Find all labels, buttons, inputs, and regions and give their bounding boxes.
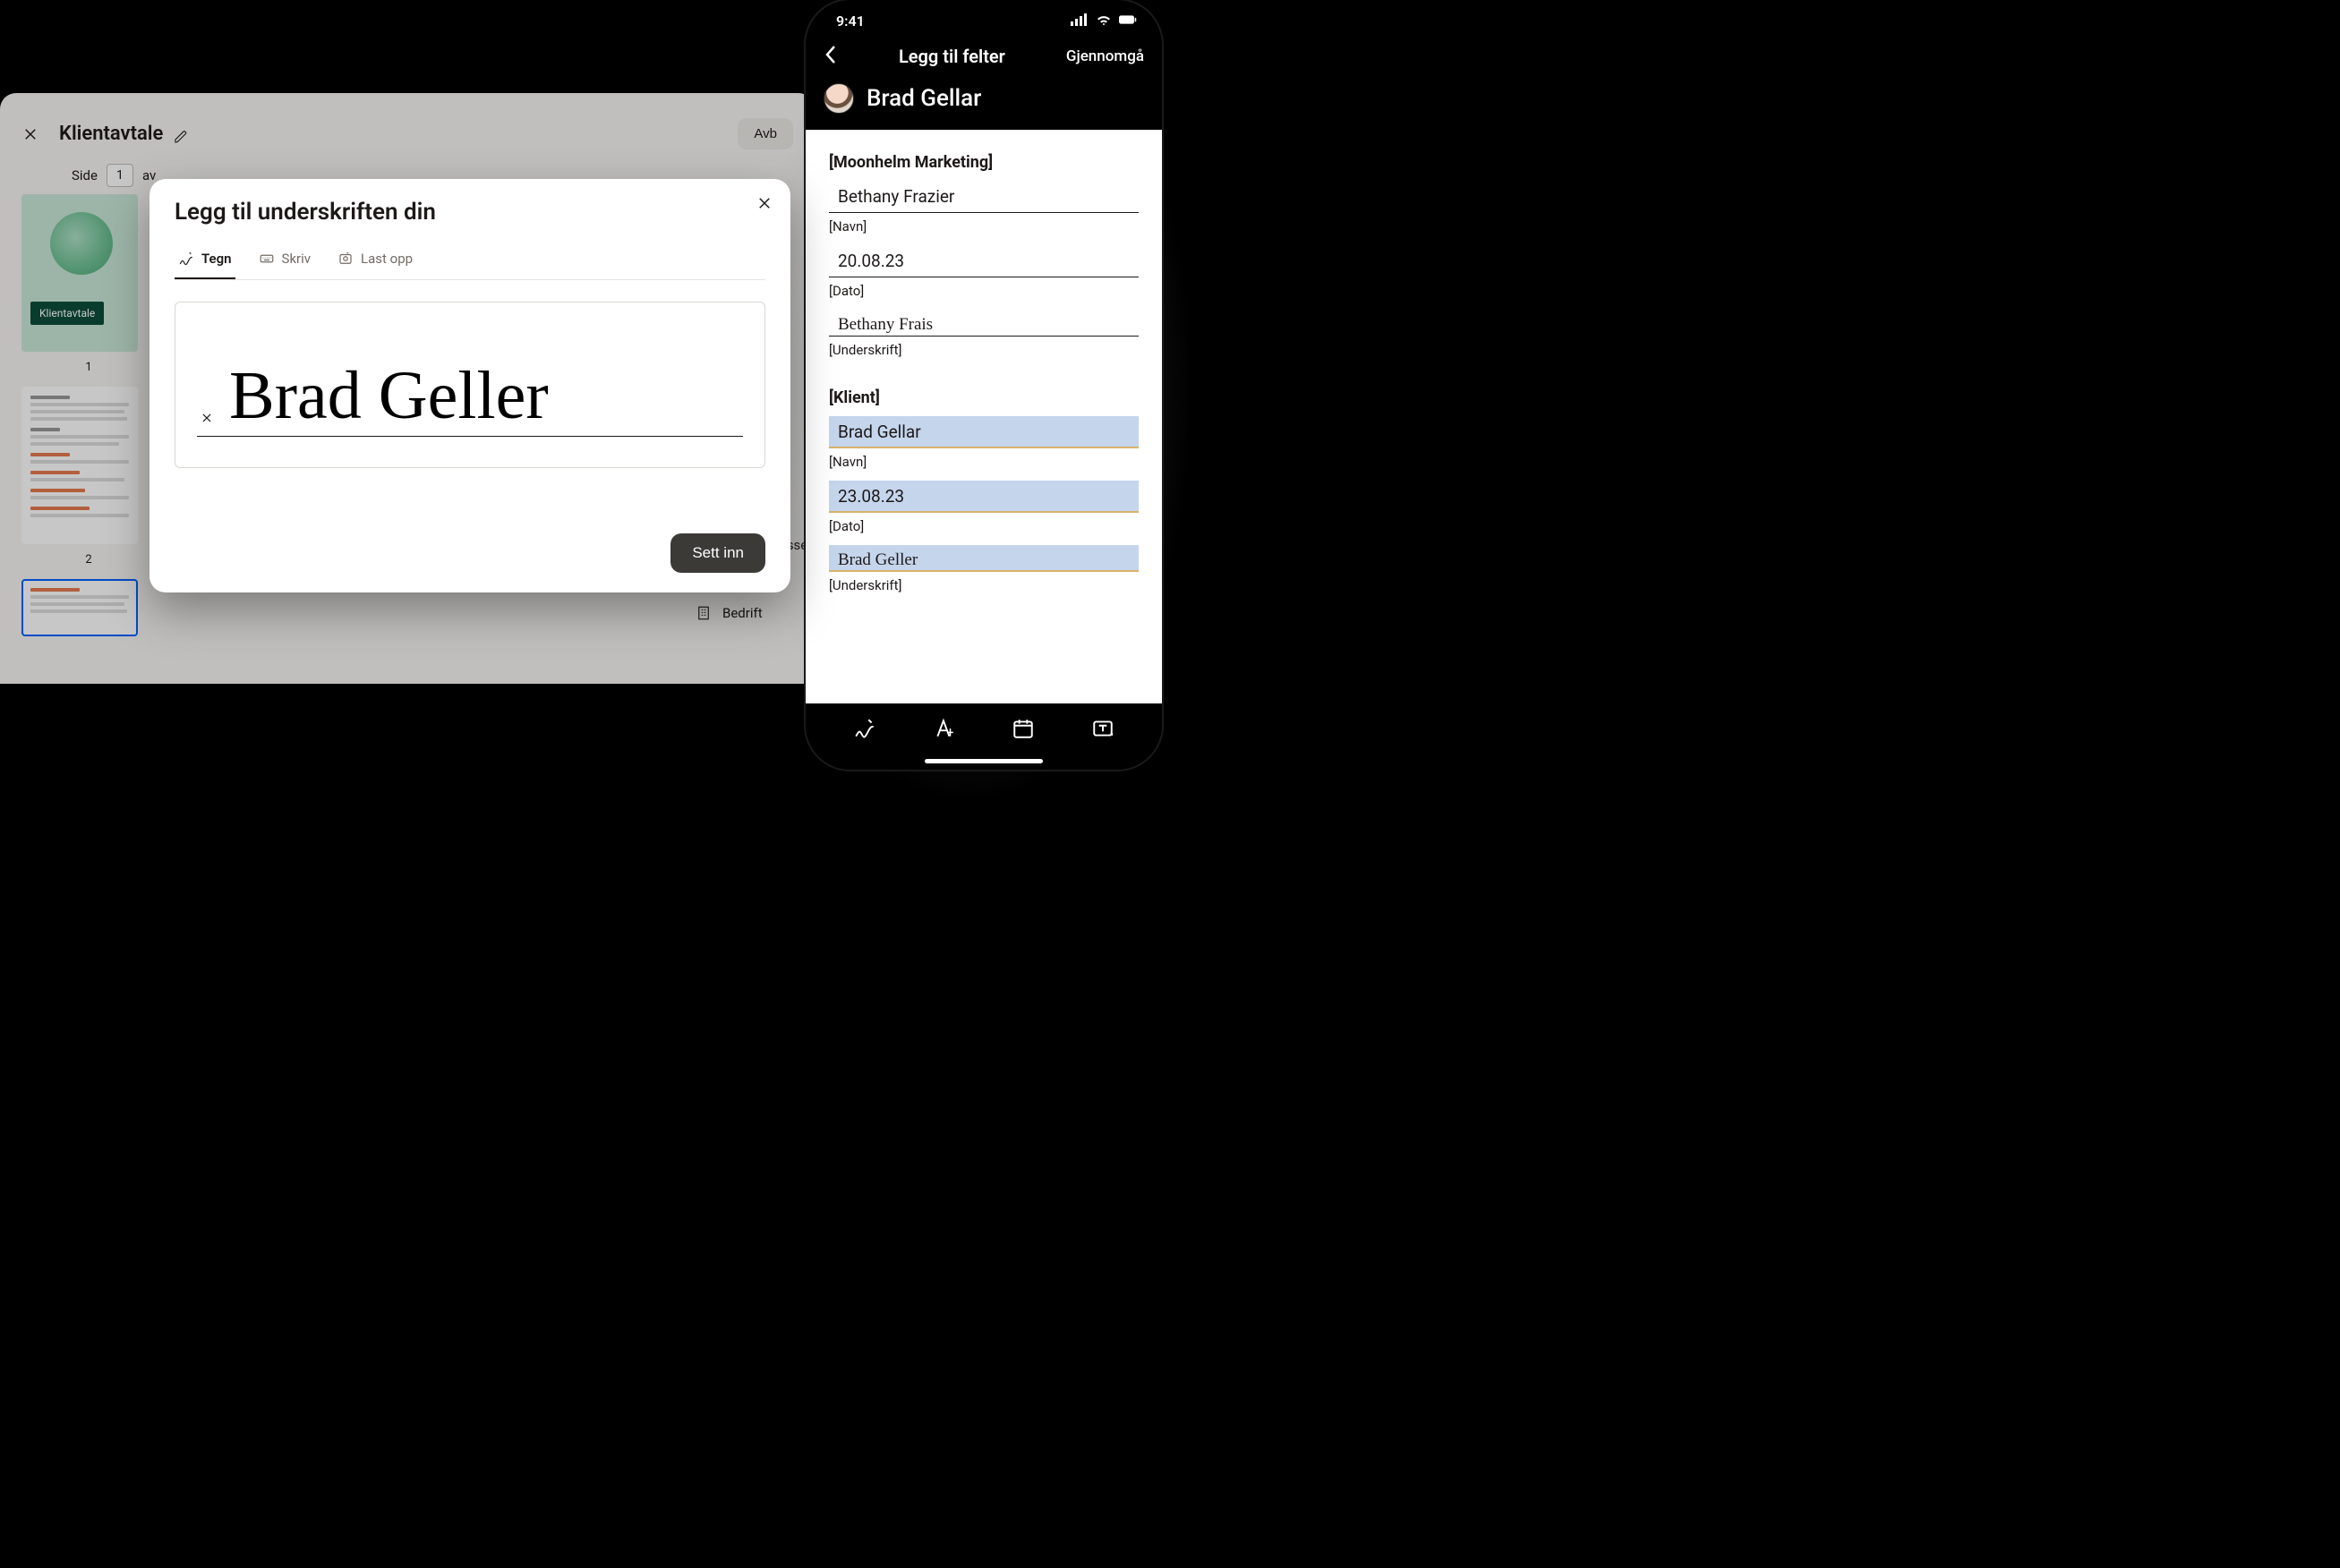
text-icon[interactable] bbox=[933, 717, 956, 740]
close-icon[interactable] bbox=[21, 125, 39, 143]
review-button[interactable]: Gjennomgå bbox=[1066, 47, 1144, 65]
form-field-date: 20.08.23 [Dato] bbox=[829, 245, 1139, 299]
signature-baseline bbox=[197, 436, 743, 437]
field-value[interactable]: Bethany Frais bbox=[829, 310, 1139, 337]
thumbnail-page-2[interactable] bbox=[21, 387, 138, 544]
mobile-form-sheet: [Moonhelm Marketing] Bethany Frazier [Na… bbox=[806, 130, 1162, 704]
add-signature-modal: Legg til underskriften din Tegn Skriv La… bbox=[149, 179, 790, 592]
section-heading: [Moonhelm Marketing] bbox=[829, 153, 1139, 172]
field-value[interactable]: 20.08.23 bbox=[829, 245, 1139, 277]
field-label: [Dato] bbox=[829, 283, 1139, 299]
mobile-device: 9:41 Legg til felter Gjennomgå Brad Gell… bbox=[806, 0, 1162, 770]
signer-header: Brad Gellar bbox=[806, 78, 1162, 130]
date-icon[interactable] bbox=[1012, 717, 1035, 740]
wifi-icon bbox=[1095, 13, 1113, 30]
thumbnail-page-3[interactable] bbox=[21, 579, 138, 636]
thumbnail-number: 1 bbox=[21, 361, 156, 374]
page-of-label: av bbox=[142, 167, 156, 183]
cover-graphic bbox=[50, 212, 113, 275]
editor-header: Klientavtale Avb bbox=[0, 93, 815, 157]
modal-title: Legg til underskriften din bbox=[175, 199, 765, 226]
tab-label: Last opp bbox=[361, 251, 413, 267]
form-field-signature: Brad Geller [Underskrift] bbox=[829, 545, 1139, 593]
field-value[interactable]: Bethany Frazier bbox=[829, 181, 1139, 213]
insert-button[interactable]: Sett inn bbox=[670, 533, 765, 573]
pencil-icon[interactable] bbox=[174, 127, 188, 141]
status-time: 9:41 bbox=[836, 13, 865, 30]
back-icon[interactable] bbox=[824, 44, 838, 69]
signal-icon bbox=[1071, 13, 1089, 30]
status-bar: 9:41 bbox=[806, 0, 1162, 37]
field-label: [Navn] bbox=[829, 218, 1139, 234]
close-icon[interactable] bbox=[756, 195, 773, 215]
document-title-text: Klientavtale bbox=[59, 123, 163, 145]
form-field-date: 23.08.23 [Dato] bbox=[829, 481, 1139, 534]
signature-canvas[interactable]: Brad Geller bbox=[175, 302, 765, 468]
tab-type[interactable]: Skriv bbox=[255, 245, 315, 279]
avatar bbox=[824, 83, 854, 114]
form-field-name: Bethany Frazier [Navn] bbox=[829, 181, 1139, 234]
form-field-name: Brad Gellar [Navn] bbox=[829, 416, 1139, 470]
signature-icon[interactable] bbox=[853, 717, 876, 740]
mobile-nav-title: Legg til felter bbox=[899, 46, 1005, 67]
tab-draw[interactable]: Tegn bbox=[175, 245, 235, 279]
field-label: [Underskrift] bbox=[829, 577, 1139, 593]
tab-label: Tegn bbox=[201, 251, 232, 267]
home-indicator bbox=[925, 759, 1043, 763]
section-heading: [Klient] bbox=[829, 388, 1139, 407]
field-label: [Dato] bbox=[829, 518, 1139, 534]
signer-name: Brad Gellar bbox=[867, 85, 981, 112]
field-label: [Navn] bbox=[829, 454, 1139, 470]
drawn-signature: Brad Geller bbox=[229, 357, 549, 435]
battery-icon bbox=[1119, 13, 1137, 30]
clear-signature-icon[interactable] bbox=[201, 411, 213, 428]
field-value[interactable]: 23.08.23 bbox=[829, 481, 1139, 513]
mobile-navbar: Legg til felter Gjennomgå bbox=[806, 37, 1162, 78]
thumbnail-column: Klientavtale 1 2 bbox=[21, 194, 156, 669]
page-number-input[interactable]: 1 bbox=[107, 164, 133, 187]
field-value[interactable]: Brad Gellar bbox=[829, 416, 1139, 448]
page-label: Side bbox=[72, 167, 98, 183]
building-icon bbox=[696, 605, 712, 621]
thumbnail-number: 2 bbox=[21, 553, 156, 567]
field-value[interactable]: Brad Geller bbox=[829, 545, 1139, 572]
document-title: Klientavtale bbox=[59, 123, 188, 145]
tab-label: Skriv bbox=[282, 251, 312, 267]
tab-upload[interactable]: Last opp bbox=[334, 245, 416, 279]
field-label: [Underskrift] bbox=[829, 342, 1139, 358]
cover-label: Klientavtale bbox=[30, 302, 104, 325]
signature-method-tabs: Tegn Skriv Last opp bbox=[175, 245, 765, 280]
thumbnail-page-1[interactable]: Klientavtale bbox=[21, 194, 138, 352]
form-field-signature: Bethany Frais [Underskrift] bbox=[829, 310, 1139, 358]
textbox-icon[interactable] bbox=[1091, 717, 1114, 740]
